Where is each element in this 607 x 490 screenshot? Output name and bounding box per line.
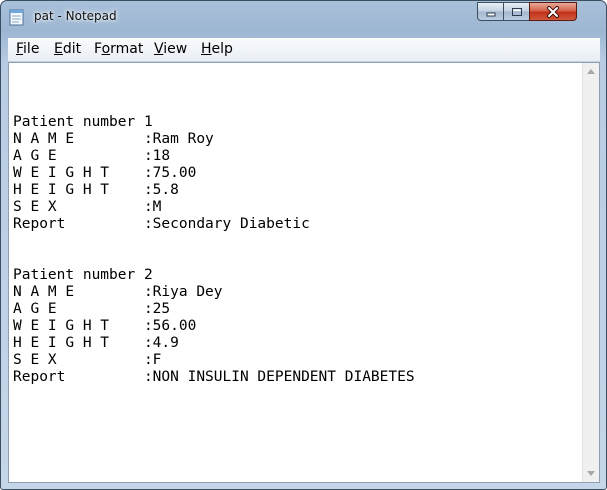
menu-file[interactable]: File [16,41,39,57]
menu-format[interactable]: Format [94,41,143,57]
minimize-icon [486,12,495,16]
text-editor-area[interactable]: Patient number 1 N A M E :Ram Roy A G E … [8,62,600,483]
text-line: S E X :F [13,352,162,368]
title-bar[interactable]: pat - Notepad [1,1,606,31]
scroll-down-button[interactable] [583,465,599,482]
text-line: A G E :25 [13,301,171,317]
scroll-up-arrow-icon [587,69,595,74]
close-button[interactable] [529,2,577,21]
text-line: H E I G H T :5.8 [13,182,179,198]
text-line: W E I G H T :75.00 [13,165,197,181]
menu-view[interactable]: View [154,41,187,57]
maximize-icon [511,7,522,16]
text-line: Patient number 1 [13,114,153,130]
menu-bar: File Edit Format View Help [8,38,600,62]
window-title: pat - Notepad [34,9,117,23]
close-icon [547,5,559,18]
maximize-button[interactable] [503,2,530,21]
text-line: Report :Secondary Diabetic [13,216,310,232]
menu-help[interactable]: Help [201,41,233,57]
text-line: N A M E :Riya Dey [13,284,223,300]
minimize-button[interactable] [477,2,504,21]
text-line: Report :NON INSULIN DEPENDENT DIABETES [13,369,415,385]
menu-edit[interactable]: Edit [54,41,81,57]
document-text[interactable]: Patient number 1 N A M E :Ram Roy A G E … [13,114,415,386]
text-line: S E X :M [13,199,162,215]
text-line: W E I G H T :56.00 [13,318,197,334]
vertical-scrollbar[interactable] [582,63,599,482]
text-line: A G E :18 [13,148,171,164]
notepad-window: pat - Notepad File Edit Format View Help… [0,0,607,490]
text-line: Patient number 2 [13,267,153,283]
notepad-icon [9,9,24,26]
text-line: N A M E :Ram Roy [13,131,214,147]
text-line: H E I G H T :4.9 [13,335,179,351]
scroll-up-button[interactable] [583,63,599,80]
scroll-down-arrow-icon [587,471,595,476]
